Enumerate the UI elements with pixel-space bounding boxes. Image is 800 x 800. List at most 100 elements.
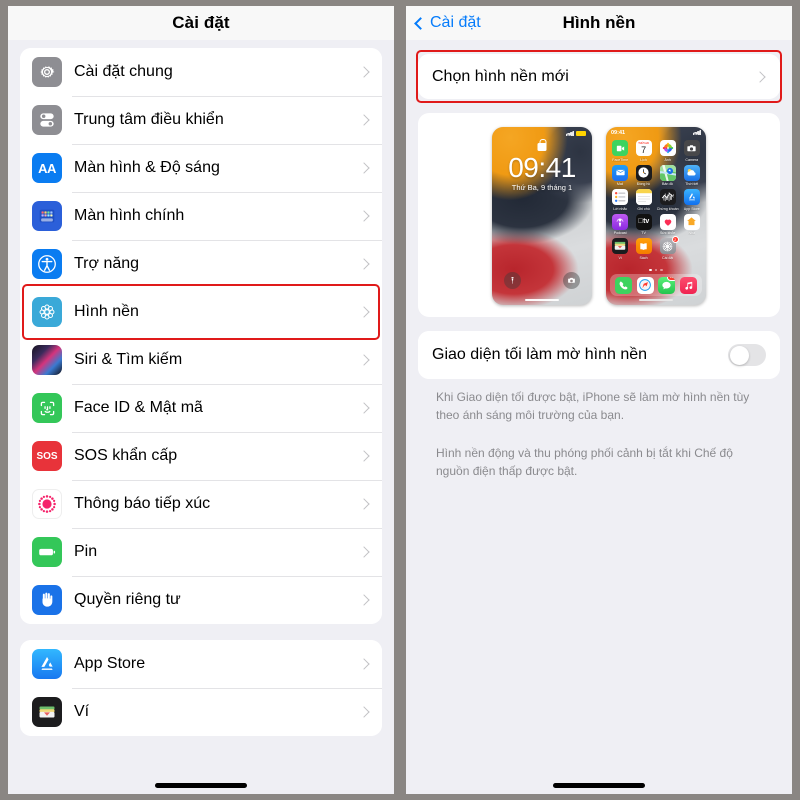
page-dot[interactable] [649,268,652,271]
sidebar-item-label: SOS khẩn cấp [74,447,178,464]
app-label: Sách [639,255,648,260]
phone-icon[interactable] [615,276,633,294]
app-icon-podcasts[interactable]: Podcast [610,213,630,235]
page-dot[interactable] [654,268,658,271]
app-icon-clock[interactable]: Đồng hồ [633,164,653,186]
lock-screen-date: Thứ Ba, 9 tháng 1 [511,183,573,192]
sos-icon: SOS [32,441,62,471]
app-label: FaceTime [612,157,629,162]
app-icon-books[interactable]: Sách [633,238,653,260]
home-indicator [525,298,559,301]
gear-icon [32,57,62,87]
app-icon-tv[interactable]: tv TV [633,213,653,235]
dynamic-wallpaper-description: Hình nền động và thu phóng phối cảnh bị … [436,446,733,478]
sidebar-item-display-brightness[interactable]: AA Màn hình & Độ sáng [20,144,382,192]
settings-group-2: App Store Ví [20,640,382,736]
app-label: Mail [616,182,624,186]
control-center-icon [32,105,62,135]
app-icon-facetime[interactable]: FaceTime [610,140,630,162]
app-icon-weather[interactable]: Thời tiết [682,164,702,186]
app-label: Cài đặt [662,255,674,260]
calendar-icon: THỨ HAI 7 [635,140,652,156]
chevron-right-icon [358,594,370,606]
battery-status-icon [576,131,586,136]
app-icon-app-store[interactable]: App Store [682,189,702,211]
settings-panel: Cài đặt Cài đặt chung Trung tâm điều khi… [8,6,394,794]
reminders-icon [612,189,629,205]
app-icon-wallet[interactable]: Ví [610,238,630,260]
page-dot[interactable] [660,268,663,271]
app-label: TV [641,231,646,235]
app-icon-mail[interactable]: Mail [610,164,630,186]
sidebar-item-siri-search[interactable]: Siri & Tìm kiếm [20,336,382,384]
app-icon-health[interactable]: Sức khỏe [657,213,679,235]
choose-wallpaper-wrapper: Chọn hình nền mới [406,50,792,103]
calendar-day: 7 [641,144,647,155]
accessibility-icon [32,249,62,279]
sidebar-item-general[interactable]: Cài đặt chung [20,48,382,96]
app-icon-notes[interactable]: Ghi chú [633,189,653,211]
health-icon [659,213,676,230]
app-icon-stocks[interactable]: Chứng khoán [657,189,679,211]
sidebar-item-accessibility[interactable]: Trợ năng [20,240,382,288]
sidebar-item-app-store[interactable]: App Store [20,640,382,688]
app-icon-camera[interactable]: Camera [682,140,702,162]
lock-screen-preview[interactable]: 09:41 Thứ Ba, 9 tháng 1 [492,127,592,305]
books-icon [635,238,652,254]
sidebar-item-face-id[interactable]: Face ID & Mật mã [20,384,382,432]
home-indicator [155,783,247,788]
app-icon-maps[interactable]: Bản đồ [657,164,679,186]
app-icon-calendar[interactable]: THỨ HAI 7 Lịch [633,140,653,162]
sidebar-item-emergency-sos[interactable]: SOS SOS khẩn cấp [20,432,382,480]
sidebar-item-wallpaper[interactable]: Hình nền [20,288,382,336]
maps-icon [659,164,676,181]
dark-appearance-description: Khi Giao diện tối được bật, iPhone sẽ là… [436,390,750,422]
back-button[interactable]: Cài đặt [414,14,481,32]
safari-icon[interactable] [636,276,654,294]
chevron-right-icon [358,66,370,78]
app-label: Đồng hồ [636,182,651,186]
sidebar-item-exposure-notifications[interactable]: Thông báo tiếp xúc [20,480,382,528]
sidebar-item-home-screen[interactable]: Màn hình chính [20,192,382,240]
choose-new-wallpaper-row[interactable]: Chọn hình nền mới [418,54,780,99]
stocks-icon [659,189,676,205]
app-label: Podcast [613,231,627,235]
dark-appearance-toggle[interactable] [728,344,766,366]
flashlight-icon[interactable] [504,272,521,289]
app-label: Lời nhắc [613,206,628,211]
app-store-icon [683,189,700,205]
app-label: Bản đồ [662,182,674,186]
home-status-bar: 09:41 [606,130,706,136]
chevron-right-icon [358,402,370,414]
sidebar-item-battery[interactable]: Pin [20,528,382,576]
sidebar-item-wallet[interactable]: Ví [20,688,382,736]
sidebar-item-privacy[interactable]: Quyền riêng tư [20,576,382,624]
dark-appearance-dim-row[interactable]: Giao diện tối làm mờ hình nền [418,331,780,379]
music-icon[interactable] [679,276,697,294]
app-icon-settings[interactable]: 2 Cài đặt [657,236,679,260]
sidebar-item-label: Hình nền [74,303,139,320]
sidebar-item-label: Trung tâm điều khiển [74,111,224,128]
app-icon-photos[interactable]: Ảnh [657,140,679,162]
status-time: 09:41 [611,130,626,136]
settings-group-1: Cài đặt chung Trung tâm điều khiển AA Mà… [20,48,382,624]
settings-badge: 2 [671,236,679,243]
signal-icon [566,131,574,136]
app-icon-reminders[interactable]: Lời nhắc [610,189,630,211]
wallpaper-panel: Cài đặt Hình nền Chọn hình nền mới 09:41… [406,6,792,794]
chevron-right-icon [358,546,370,558]
app-icon-home-app[interactable]: Nhà [682,213,702,235]
app-label: Camera [685,157,699,162]
sidebar-item-control-center[interactable]: Trung tâm điều khiển [20,96,382,144]
wallet-icon [612,238,629,254]
chevron-right-icon [358,114,370,126]
chevron-right-icon [754,70,766,83]
camera-icon[interactable] [563,272,580,289]
home-indicator [553,783,645,788]
messages-icon[interactable]: 124 [658,276,676,294]
sidebar-item-label: Thông báo tiếp xúc [74,495,211,512]
screenshot-frame: Cài đặt Cài đặt chung Trung tâm điều khi… [0,0,800,800]
settings-scroll-area[interactable]: Cài đặt chung Trung tâm điều khiển AA Mà… [8,40,394,794]
home-screen-preview[interactable]: 09:41 FaceTime THỨ HAI 7 Lịch Ảnh Camera… [606,127,706,305]
settings-nav-bar: Cài đặt [8,6,394,40]
